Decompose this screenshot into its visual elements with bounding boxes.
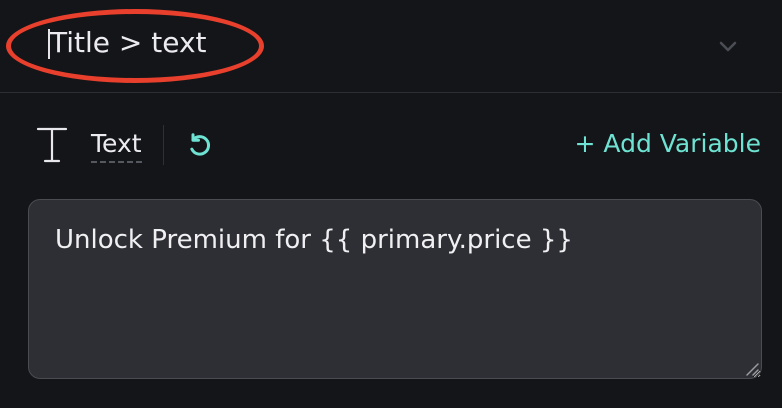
text-type-icon (36, 127, 68, 163)
chevron-down-icon[interactable] (716, 34, 740, 58)
reset-icon[interactable] (184, 131, 214, 161)
breadcrumb-title: Title > text (50, 26, 207, 59)
add-variable-button[interactable]: + Add Variable (575, 127, 761, 161)
text-value-editor[interactable]: Unlock Premium for {{ primary.price }} (28, 199, 762, 379)
type-label[interactable]: Text (91, 128, 142, 163)
toolbar-divider (163, 125, 164, 165)
